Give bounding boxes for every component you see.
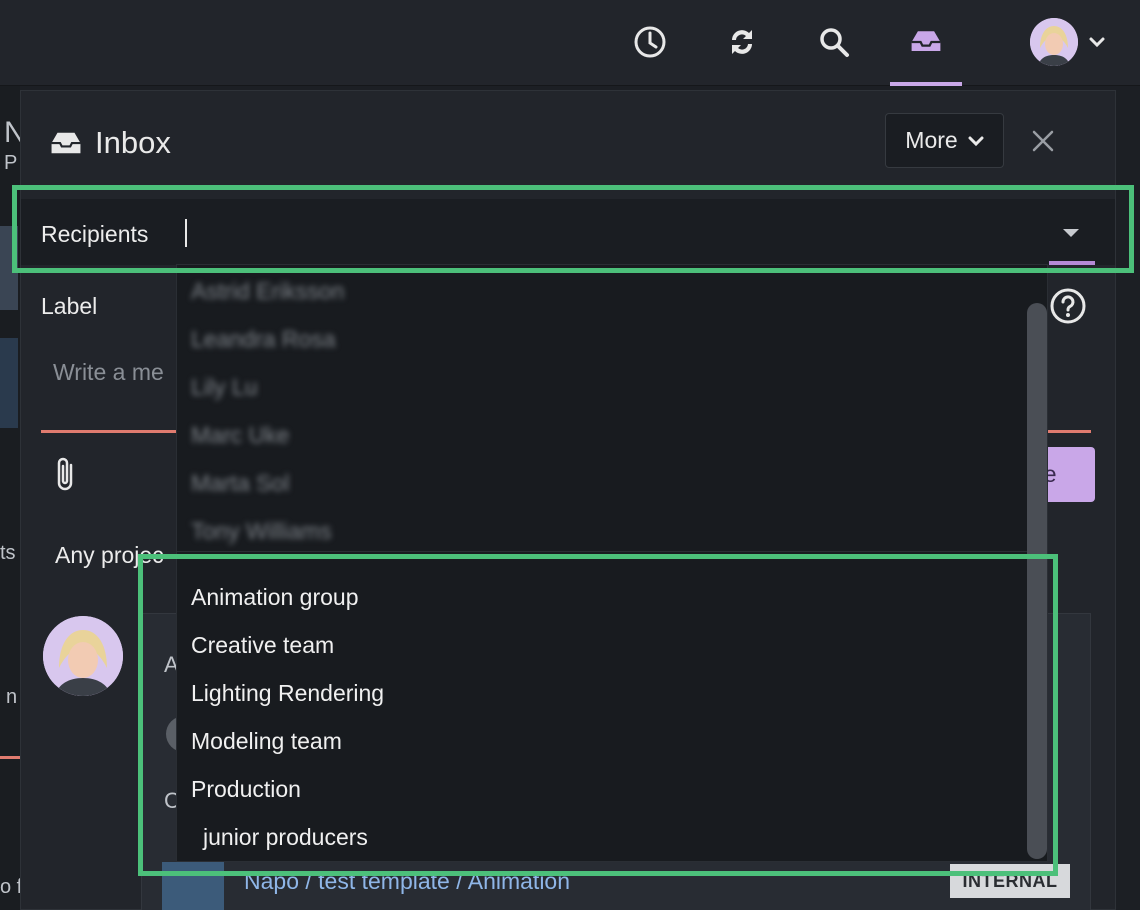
user-option[interactable]: Leandra Rosa bbox=[191, 315, 336, 363]
avatar bbox=[43, 616, 123, 696]
background-thumbnail bbox=[0, 226, 18, 310]
inbox-icon bbox=[51, 132, 81, 154]
help-icon[interactable] bbox=[1049, 287, 1087, 325]
project-filter[interactable]: Any projec bbox=[55, 542, 164, 569]
clock-icon[interactable] bbox=[630, 22, 670, 62]
user-option[interactable]: Marta Sol bbox=[191, 459, 289, 507]
text-cursor bbox=[185, 219, 187, 247]
group-option[interactable]: Creative team bbox=[191, 621, 334, 669]
search-icon[interactable] bbox=[814, 22, 854, 62]
user-option[interactable]: Marc Uke bbox=[191, 411, 289, 459]
more-button-label: More bbox=[905, 127, 958, 153]
background-page bbox=[0, 86, 20, 910]
task-link[interactable]: Napo / test template / Animation bbox=[244, 868, 570, 895]
paperclip-icon[interactable] bbox=[51, 455, 81, 495]
group-option[interactable]: Animation group bbox=[191, 573, 359, 621]
background-text: o f bbox=[0, 876, 23, 898]
close-icon[interactable] bbox=[1029, 127, 1057, 155]
user-avatar[interactable] bbox=[1030, 18, 1078, 66]
background-thumbnail bbox=[0, 338, 18, 428]
status-badge: INTERNAL bbox=[950, 864, 1070, 898]
background-text: P bbox=[4, 152, 18, 174]
background-divider bbox=[0, 756, 20, 759]
dropdown-scrollbar[interactable] bbox=[1027, 303, 1047, 859]
inbox-icon[interactable] bbox=[906, 22, 946, 62]
sync-icon[interactable] bbox=[722, 22, 762, 62]
user-option[interactable]: Lily Lu bbox=[191, 363, 257, 411]
active-tab-indicator bbox=[890, 82, 962, 86]
chevron-down-icon[interactable] bbox=[1088, 33, 1106, 51]
focus-indicator bbox=[1049, 261, 1095, 265]
task-thumbnail[interactable] bbox=[162, 862, 224, 910]
dropdown-divider bbox=[177, 551, 1027, 552]
group-option[interactable]: Modeling team bbox=[191, 717, 342, 765]
background-text: ts bbox=[0, 542, 16, 564]
panel-title: Inbox bbox=[95, 125, 171, 160]
chevron-down-icon bbox=[968, 136, 984, 146]
top-bar bbox=[0, 0, 1140, 86]
message-input[interactable]: Write a me bbox=[53, 359, 164, 386]
background-text: n bbox=[6, 686, 18, 708]
label-label: Label bbox=[41, 293, 98, 319]
panel-header: Inbox bbox=[49, 121, 171, 165]
recipients-label: Recipients bbox=[41, 221, 149, 247]
more-button[interactable]: More bbox=[885, 113, 1004, 168]
recipients-dropdown: Astrid Eriksson Leandra Rosa Lily Lu Mar… bbox=[176, 264, 1048, 862]
dropdown-arrow-icon[interactable] bbox=[1061, 227, 1081, 239]
group-option[interactable]: Lighting Rendering bbox=[191, 669, 384, 717]
user-option[interactable]: Astrid Eriksson bbox=[191, 267, 344, 315]
user-option[interactable]: Tony Williams bbox=[191, 507, 332, 555]
recipients-field[interactable]: Recipients bbox=[21, 199, 1115, 265]
group-option[interactable]: junior producers bbox=[203, 813, 368, 861]
group-option[interactable]: Production bbox=[191, 765, 301, 813]
